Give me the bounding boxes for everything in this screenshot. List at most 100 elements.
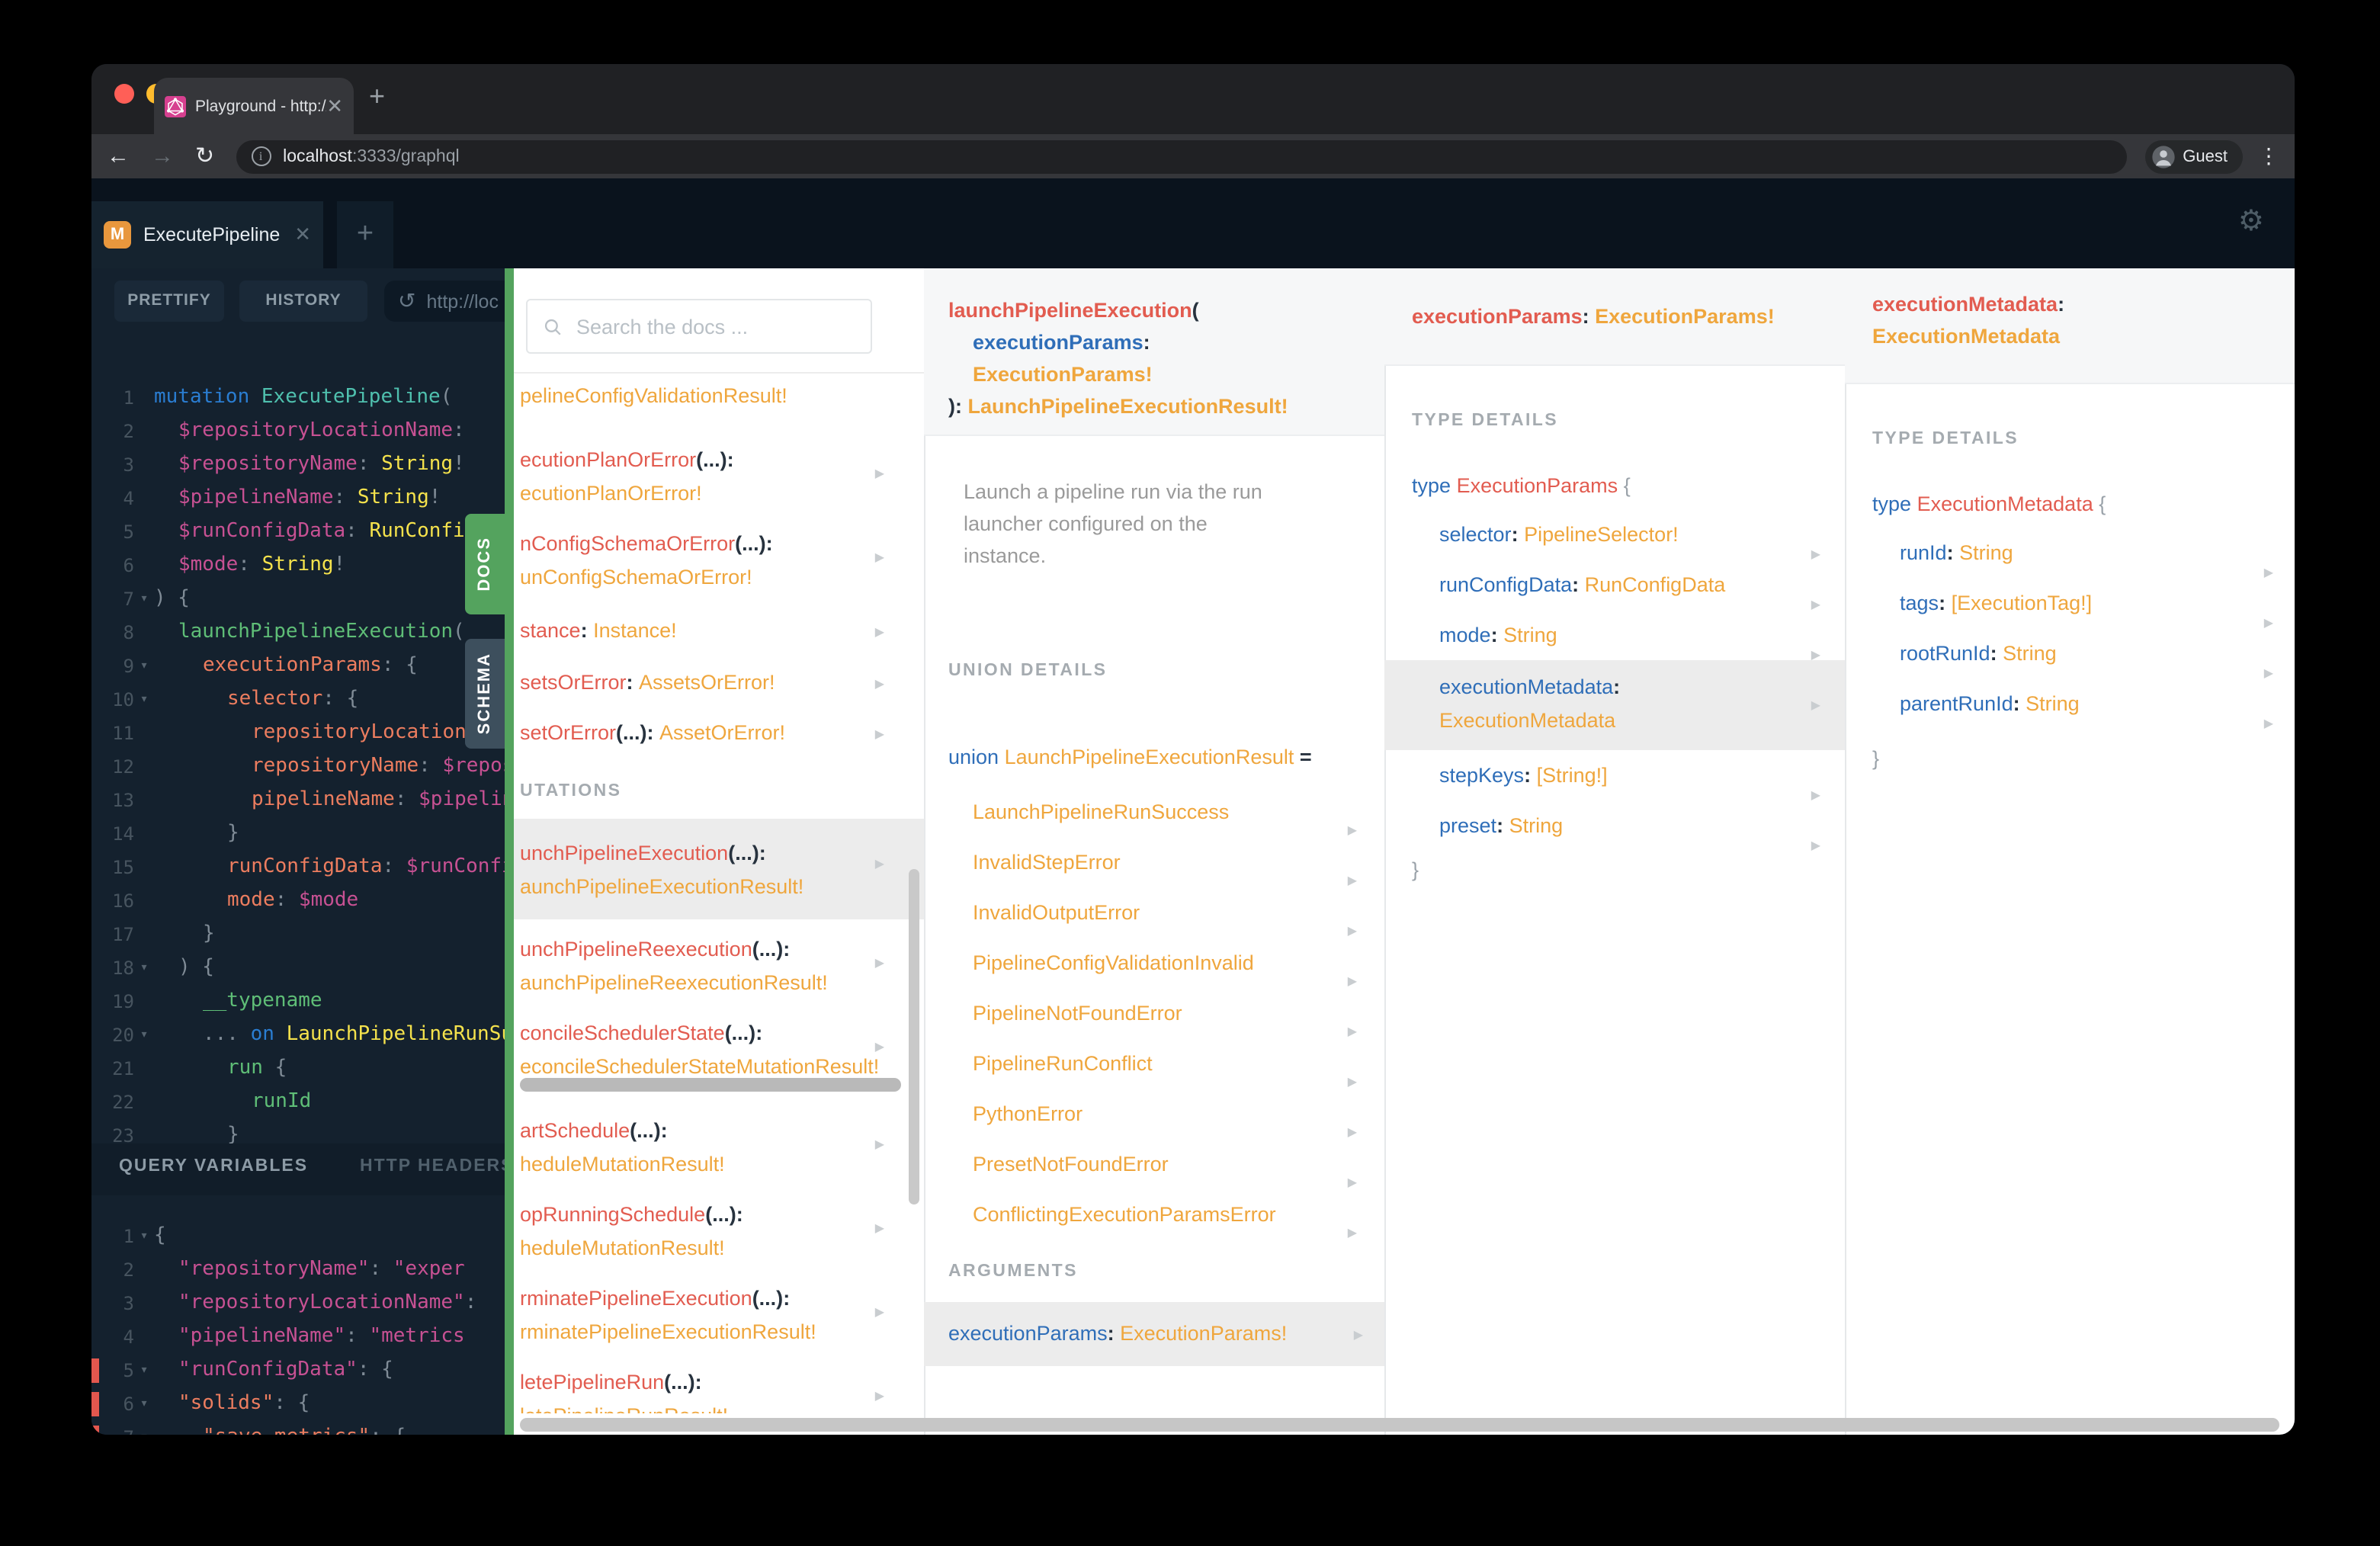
code-line: 22 runId: [112, 1090, 312, 1113]
endpoint-input[interactable]: ↺ http://loc: [384, 281, 505, 322]
docs-field-row[interactable]: preset: String ▶: [1384, 800, 1845, 852]
playground-body: PRETTIFY HISTORY ↺ http://loc 1 mutation …: [91, 268, 2295, 1435]
variables-editor[interactable]: 1 ▾{2 "repositoryName": "exper 3 "repository…: [91, 1220, 505, 1435]
endpoint-reload-icon[interactable]: ↺: [398, 288, 415, 314]
fold-arrow-icon[interactable]: ▾: [134, 1018, 154, 1052]
query-editor[interactable]: 1 mutation ExecutePipeline(2 $repositoryLo…: [91, 381, 505, 1153]
union-member-item[interactable]: PythonError ▶: [973, 1089, 1384, 1139]
forward-icon[interactable]: →: [151, 145, 174, 168]
docs-field-row[interactable]: parentRunId: String ▶: [1845, 678, 2295, 730]
type-close-brace: }: [1872, 747, 1880, 770]
docs-field-row[interactable]: stepKeys: [String!] ▶: [1384, 750, 1845, 802]
playground-tab-close-icon[interactable]: ✕: [294, 223, 311, 247]
code-line: 5 ▾ "runConfigData": {: [91, 1354, 505, 1387]
fold-arrow-icon[interactable]: ▾: [134, 683, 154, 717]
union-member-item[interactable]: PresetNotFoundError ▶: [973, 1139, 1384, 1189]
site-info-icon[interactable]: i: [251, 146, 271, 166]
schema-side-tab[interactable]: SCHEMA: [465, 639, 505, 749]
docs-search-input[interactable]: Search the docs ...: [526, 299, 872, 354]
union-member-item[interactable]: ConflictingExecutionParamsError ▶: [973, 1189, 1384, 1240]
union-member-item[interactable]: PipelineNotFoundError ▶: [973, 988, 1384, 1038]
code-line: 15runConfigData: $runConfigData: [112, 855, 505, 878]
reload-icon[interactable]: ↻: [195, 145, 214, 168]
fold-arrow-icon[interactable]: ▾: [134, 582, 154, 616]
code-line: 1 ▾{: [91, 1220, 505, 1253]
docs-column-type: executionParams: ExecutionParams! TYPE D…: [1384, 268, 1845, 1413]
docs-side-tab[interactable]: DOCS: [465, 514, 505, 614]
union-declaration: union LaunchPipelineExecutionResult =: [948, 746, 1312, 768]
docs-field-row-selected[interactable]: executionMetadata: ExecutionMetadata ▶: [1384, 660, 1845, 750]
docs-list-item[interactable]: unchPipelineExecution(...): aunchPipeline…: [514, 819, 924, 919]
docs-list-item[interactable]: opRunningSchedule(...): heduleMutationRes…: [520, 1198, 924, 1265]
docs-list-item[interactable]: ecutionPlanOrError(...): ecutionPlanOrErr…: [520, 444, 924, 511]
code-line: 8 launchPipelineExecution(: [123, 621, 465, 643]
docs-resize-handle[interactable]: [505, 268, 514, 1435]
code-line: 7▾"save_metrics": {: [91, 1421, 505, 1435]
mutation-badge: M: [104, 221, 131, 249]
docs-field-header: launchPipelineExecution(executionParams:…: [924, 268, 1384, 436]
browser-tab[interactable]: Playground - http://localhost:3 ✕: [154, 78, 354, 134]
fold-arrow-icon[interactable]: ▾: [134, 1354, 154, 1387]
docs-field-row[interactable]: rootRunId: String ▶: [1845, 628, 2295, 680]
browser-window: Playground - http://localhost:3 ✕ + ← → …: [91, 64, 2295, 1435]
code-line: 3 "repositoryLocationName":: [123, 1291, 477, 1314]
docs-list-item[interactable]: setOrError(...): AssetOrError! ▶: [520, 717, 924, 750]
argument-row[interactable]: executionParams: ExecutionParams! ▶: [924, 1302, 1384, 1366]
fold-arrow-icon[interactable]: ▾: [134, 951, 154, 985]
docs-list-item[interactable]: unchPipelineReexecution(...): aunchPipeli…: [520, 933, 924, 1000]
error-marker: [91, 1426, 99, 1435]
tab-close-icon[interactable]: ✕: [326, 96, 343, 116]
docs-search-area: Search the docs ...: [514, 268, 924, 374]
docs-list-item[interactable]: letePipelineRun(...):letePipelineRunResu…: [520, 1366, 924, 1413]
code-line: 18 ▾) {: [91, 951, 505, 985]
code-line: 19 __typename: [112, 990, 322, 1012]
docs-metadata-header: executionMetadata: ExecutionMetadata: [1845, 268, 2295, 384]
union-member-item[interactable]: InvalidOutputError ▶: [973, 887, 1384, 938]
docs-list-item[interactable]: artSchedule(...): heduleMutationResult! ▶: [520, 1115, 924, 1182]
fold-arrow-icon[interactable]: ▾: [134, 1387, 154, 1421]
docs-vertical-scrollbar[interactable]: [909, 869, 919, 1204]
docs-field-row[interactable]: tags: [ExecutionTag!] ▶: [1845, 578, 2295, 630]
menu-kebab-icon[interactable]: ⋮: [2258, 143, 2279, 169]
code-line: 11repositoryLocationName: $repositoryLoc…: [112, 721, 505, 744]
list-horizontal-scrollbar[interactable]: [520, 1078, 901, 1092]
playground-tabbar: M ExecutePipeline ✕ + ⚙: [91, 178, 2295, 268]
fold-arrow-icon[interactable]: ▾: [134, 650, 154, 683]
docs-field-row[interactable]: mode: String ▶: [1384, 610, 1845, 662]
address-bar[interactable]: i localhost:3333/graphql: [236, 140, 2127, 173]
http-headers-tab[interactable]: HTTP HEADERS: [360, 1157, 505, 1176]
fold-arrow-icon[interactable]: ▾: [134, 1220, 154, 1253]
docs-list-item[interactable]: setsOrError: AssetsOrError! ▶: [520, 666, 924, 700]
prettify-button[interactable]: PRETTIFY: [114, 281, 224, 322]
code-line: 6 ▾ "solids": {: [91, 1387, 505, 1421]
close-window-button[interactable]: [114, 84, 134, 104]
docs-list-item[interactable]: pelineConfigValidationResult!: [520, 380, 924, 413]
docs-horizontal-scrollbar[interactable]: [520, 1418, 2279, 1432]
docs-field-row[interactable]: selector: PipelineSelector! ▶: [1384, 509, 1845, 561]
docs-list-item[interactable]: stance: Instance! ▶: [520, 614, 924, 648]
union-member-item[interactable]: LaunchPipelineRunSuccess ▶: [973, 787, 1384, 837]
arguments-label: ARGUMENTS: [948, 1262, 1078, 1281]
code-line: 6 $mode: String!: [123, 553, 346, 576]
docs-list-item[interactable]: rminatePipelineExecution(...): rminatePip…: [520, 1282, 924, 1349]
union-member-item[interactable]: PipelineConfigValidationInvalid ▶: [973, 938, 1384, 988]
query-variables-tab[interactable]: QUERY VARIABLES: [119, 1157, 308, 1176]
docs-field-row[interactable]: runId: String ▶: [1845, 528, 2295, 579]
settings-gear-icon[interactable]: ⚙: [2238, 204, 2264, 241]
docs-field-row[interactable]: runConfigData: RunConfigData ▶: [1384, 560, 1845, 611]
new-tab-button[interactable]: +: [369, 82, 385, 110]
profile-button[interactable]: Guest: [2144, 140, 2243, 173]
browser-tab-title: Playground - http://localhost:3: [195, 97, 326, 115]
docs-list-item[interactable]: concileSchedulerState(...): econcileSched…: [520, 1017, 924, 1084]
chevron-right-icon: ▶: [874, 467, 884, 480]
playground-new-tab-button[interactable]: +: [337, 201, 393, 268]
union-details-label: UNION DETAILS: [948, 662, 1108, 680]
union-member-item[interactable]: PipelineRunConflict ▶: [973, 1038, 1384, 1089]
playground-tab[interactable]: M ExecutePipeline ✕: [91, 201, 323, 268]
history-button[interactable]: HISTORY: [239, 281, 367, 322]
fold-arrow-icon[interactable]: ▾: [134, 1421, 154, 1435]
back-icon[interactable]: ←: [107, 145, 130, 168]
code-line: 1 mutation ExecutePipeline(: [123, 386, 453, 409]
docs-list-item[interactable]: nConfigSchemaOrError(...): unConfigSchema…: [520, 528, 924, 595]
union-member-item[interactable]: InvalidStepError ▶: [973, 837, 1384, 887]
